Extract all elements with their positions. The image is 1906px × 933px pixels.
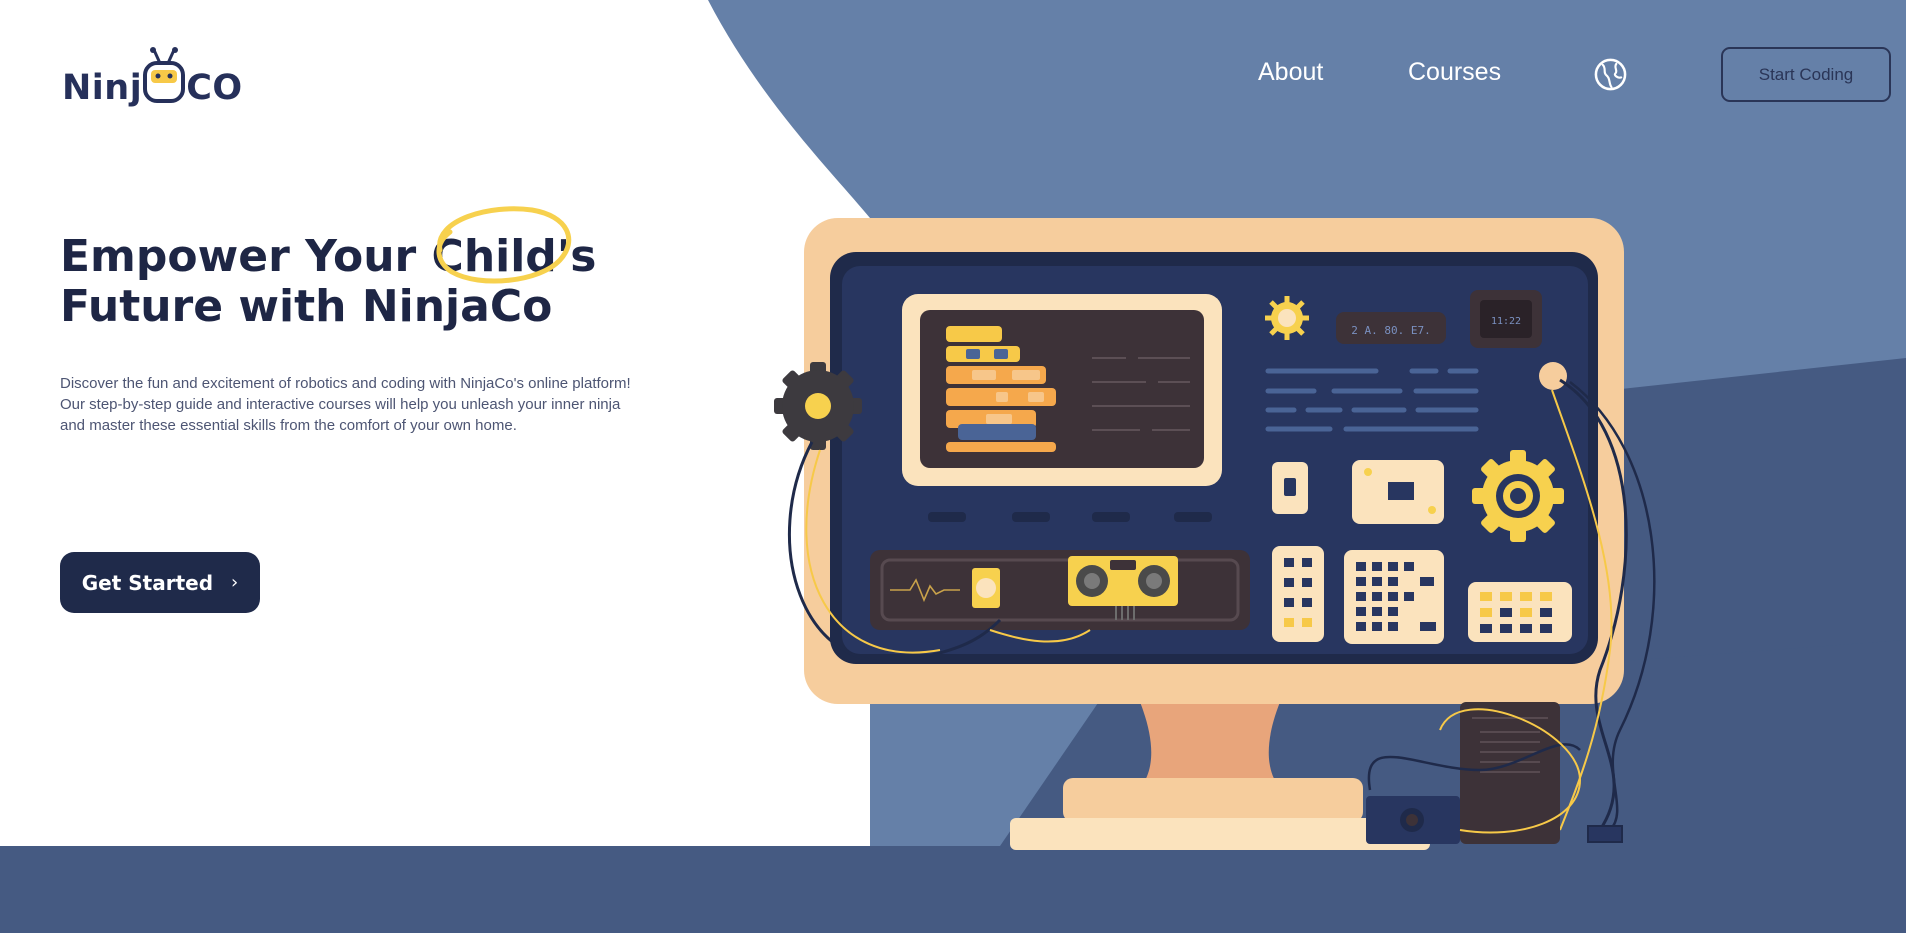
get-started-button[interactable]: Get Started › [60, 552, 260, 613]
dark-gear [774, 362, 862, 450]
logo[interactable]: Ninj CO [62, 40, 243, 106]
highlighted-word: Child's [432, 206, 596, 284]
robot-head-icon [143, 47, 186, 103]
segment-display-text: 2 A. 80. E7. [1351, 324, 1430, 337]
sun-gear [1265, 296, 1309, 340]
hero-description-line: Discover the fun and excitement of robot… [60, 375, 631, 392]
hero-title-prefix: Empower Your [60, 231, 432, 282]
monitor-stand [1140, 702, 1280, 788]
footer-band [0, 846, 1906, 933]
clock-text: 11:22 [1491, 316, 1521, 327]
hero-description-line: Our step-by-step guide and interactive c… [60, 396, 621, 413]
logo-text: Ninj CO [62, 46, 243, 106]
chevron-right-icon: › [231, 572, 239, 593]
yellow-gear [1472, 450, 1564, 542]
hero-title: Empower Your Child's Future with NinjaCo [60, 206, 700, 332]
nav-courses-link[interactable]: Courses [1408, 58, 1501, 87]
get-started-label: Get Started [81, 570, 214, 595]
hero-illustration: 2 A. 80. E7. 11:22 [774, 218, 1656, 850]
globe-icon[interactable] [1593, 57, 1628, 92]
nav-about-link[interactable]: About [1258, 58, 1323, 87]
start-coding-button[interactable]: Start Coding [1721, 47, 1891, 102]
hero-title-line-2: Future with NinjaCo [60, 281, 553, 332]
sensor-bar [870, 550, 1250, 630]
hero-description: Discover the fun and excitement of robot… [60, 373, 680, 436]
hero-title-line-1: Empower Your Child's [60, 206, 700, 284]
monitor-base [1063, 778, 1363, 822]
hero-description-line: and master these essential skills from t… [60, 417, 517, 434]
